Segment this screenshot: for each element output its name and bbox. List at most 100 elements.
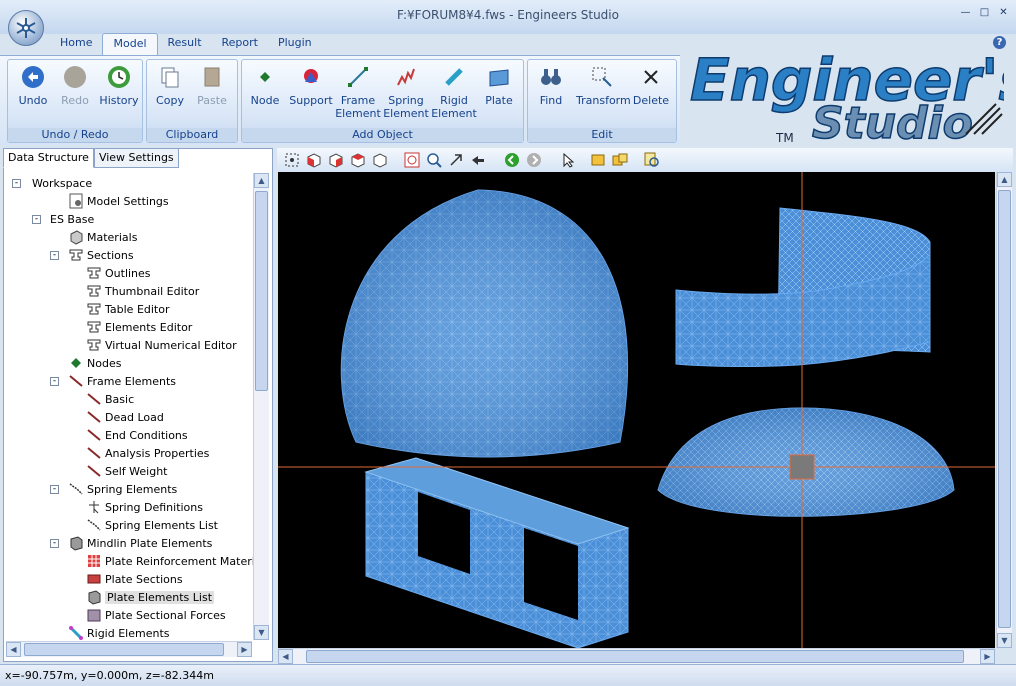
tree-item[interactable]: Materials xyxy=(68,228,137,246)
plate-button[interactable]: Plate xyxy=(476,64,522,107)
tree-item[interactable]: Model Settings xyxy=(68,192,169,210)
tree-item[interactable]: Thumbnail Editor xyxy=(86,282,199,300)
scroll-right-icon[interactable]: ▶ xyxy=(237,642,252,657)
redo-button[interactable]: Redo xyxy=(52,64,98,107)
scroll-thumb[interactable] xyxy=(24,643,224,656)
tab-data-structure[interactable]: Data Structure xyxy=(3,148,94,168)
tree-item-label: Virtual Numerical Editor xyxy=(105,338,237,352)
node-button[interactable]: Node xyxy=(242,64,288,107)
tree-item[interactable]: - Frame Elements xyxy=(50,372,176,390)
tree-item-label: Mindlin Plate Elements xyxy=(87,536,213,550)
tab-model[interactable]: Model xyxy=(102,33,158,55)
scroll-thumb[interactable] xyxy=(255,191,268,391)
maximize-icon[interactable]: □ xyxy=(976,6,993,20)
arrow-diagonal-icon[interactable] xyxy=(447,151,465,169)
back-icon[interactable] xyxy=(503,151,521,169)
tree-item[interactable]: Rigid Elements xyxy=(68,624,170,640)
undo-button[interactable]: Undo xyxy=(10,64,56,107)
select-all-icon[interactable] xyxy=(283,151,301,169)
tree-horizontal-scrollbar[interactable]: ◀ ▶ xyxy=(6,641,252,657)
tree-item[interactable]: Outlines xyxy=(86,264,151,282)
rotate-icon[interactable] xyxy=(469,151,487,169)
scroll-up-icon[interactable]: ▲ xyxy=(254,173,269,188)
close-icon[interactable]: ✕ xyxy=(995,6,1012,20)
delete-button[interactable]: Delete xyxy=(628,64,674,107)
tree-vertical-scrollbar[interactable]: ▲ ▼ xyxy=(253,173,269,640)
scroll-up-icon[interactable]: ▲ xyxy=(997,172,1012,187)
tab-home[interactable]: Home xyxy=(50,33,102,55)
tab-result[interactable]: Result xyxy=(158,33,212,55)
zoom-icon[interactable] xyxy=(425,151,443,169)
application-menu-button[interactable] xyxy=(8,10,44,46)
tree-item[interactable]: Nodes xyxy=(68,354,121,372)
spring-element-button[interactable]: Spring Element xyxy=(383,64,429,120)
view-side-icon[interactable] xyxy=(327,151,345,169)
tree-item[interactable]: Analysis Properties xyxy=(86,444,209,462)
collapse-toggle-icon[interactable]: - xyxy=(50,484,59,494)
tree-item[interactable]: Plate Sectional Forces xyxy=(86,606,226,624)
pointer-icon[interactable] xyxy=(559,151,577,169)
tab-view-settings[interactable]: View Settings xyxy=(93,148,179,168)
dome-mesh[interactable] xyxy=(340,189,629,458)
tree-item[interactable]: Plate Elements List xyxy=(86,588,215,606)
scroll-thumb[interactable] xyxy=(998,190,1011,628)
inspect-icon[interactable] xyxy=(643,151,661,169)
tree-item[interactable]: Basic xyxy=(86,390,134,408)
tab-plugin[interactable]: Plugin xyxy=(268,33,322,55)
tree-item-label: Dead Load xyxy=(105,410,164,424)
view-front-icon[interactable] xyxy=(305,151,323,169)
box-select-icon[interactable] xyxy=(589,151,607,169)
tree-item[interactable]: Dead Load xyxy=(86,408,164,426)
tree-item[interactable]: Virtual Numerical Editor xyxy=(86,336,237,354)
tree-item[interactable]: Table Editor xyxy=(86,300,170,318)
forward-icon[interactable] xyxy=(525,151,543,169)
tree-item[interactable]: - ES Base xyxy=(32,210,94,228)
tab-report[interactable]: Report xyxy=(212,33,268,55)
collapse-toggle-icon[interactable]: - xyxy=(32,214,41,224)
rigid-element-button[interactable]: Rigid Element xyxy=(431,64,477,120)
tree-item[interactable]: - Spring Elements xyxy=(50,480,177,498)
collapse-toggle-icon[interactable]: - xyxy=(50,376,59,386)
viewport-horizontal-scrollbar[interactable]: ◀ ▶ xyxy=(278,648,995,664)
tree-item[interactable]: Self Weight xyxy=(86,462,168,480)
support-button[interactable]: Support xyxy=(288,64,334,107)
tree-item[interactable]: End Conditions xyxy=(86,426,188,444)
model-canvas[interactable] xyxy=(278,172,995,648)
tree-item[interactable]: Plate Sections xyxy=(86,570,183,588)
collapse-toggle-icon[interactable]: - xyxy=(12,178,21,188)
tree-item[interactable]: Spring Elements List xyxy=(86,516,218,534)
zoom-fit-icon[interactable] xyxy=(403,151,421,169)
find-button[interactable]: Find xyxy=(528,64,574,107)
tree-item[interactable]: Plate Reinforcement Materials xyxy=(86,552,254,570)
scroll-left-icon[interactable]: ◀ xyxy=(6,642,21,657)
view-iso-icon[interactable] xyxy=(371,151,389,169)
viewport-vertical-scrollbar[interactable]: ▲ ▼ xyxy=(996,172,1012,648)
box-frame-mesh[interactable] xyxy=(364,457,630,648)
curved-wall-mesh[interactable] xyxy=(675,207,931,368)
copy-button[interactable]: Copy xyxy=(147,64,193,107)
tree-item[interactable]: - Workspace xyxy=(12,174,92,192)
view-top-icon[interactable] xyxy=(349,151,367,169)
scroll-down-icon[interactable]: ▼ xyxy=(997,633,1012,648)
paste-button[interactable]: Paste xyxy=(189,64,235,107)
section-icon xyxy=(87,339,101,351)
node-icon xyxy=(260,72,270,82)
title-bar: F:¥FORUM8¥4.fws - Engineers Studio — □ ✕ xyxy=(0,0,1016,34)
collapse-toggle-icon[interactable]: - xyxy=(50,250,59,260)
scroll-left-icon[interactable]: ◀ xyxy=(278,649,293,664)
tree-item[interactable]: Spring Definitions xyxy=(86,498,203,516)
multi-select-icon[interactable] xyxy=(611,151,629,169)
collapse-toggle-icon[interactable]: - xyxy=(50,538,59,548)
history-button[interactable]: History xyxy=(96,64,142,107)
scroll-down-icon[interactable]: ▼ xyxy=(254,625,269,640)
frame-element-button[interactable]: Frame Element xyxy=(335,64,381,120)
transform-button[interactable]: Transform xyxy=(576,64,631,107)
scroll-right-icon[interactable]: ▶ xyxy=(980,649,995,664)
help-icon[interactable]: ? xyxy=(993,36,1006,49)
minimize-icon[interactable]: — xyxy=(957,6,974,20)
tree-item[interactable]: Elements Editor xyxy=(86,318,192,336)
scroll-thumb[interactable] xyxy=(306,650,964,663)
tree-item[interactable]: - Sections xyxy=(50,246,134,264)
model-viewport[interactable] xyxy=(278,172,995,648)
tree-item[interactable]: - Mindlin Plate Elements xyxy=(50,534,213,552)
